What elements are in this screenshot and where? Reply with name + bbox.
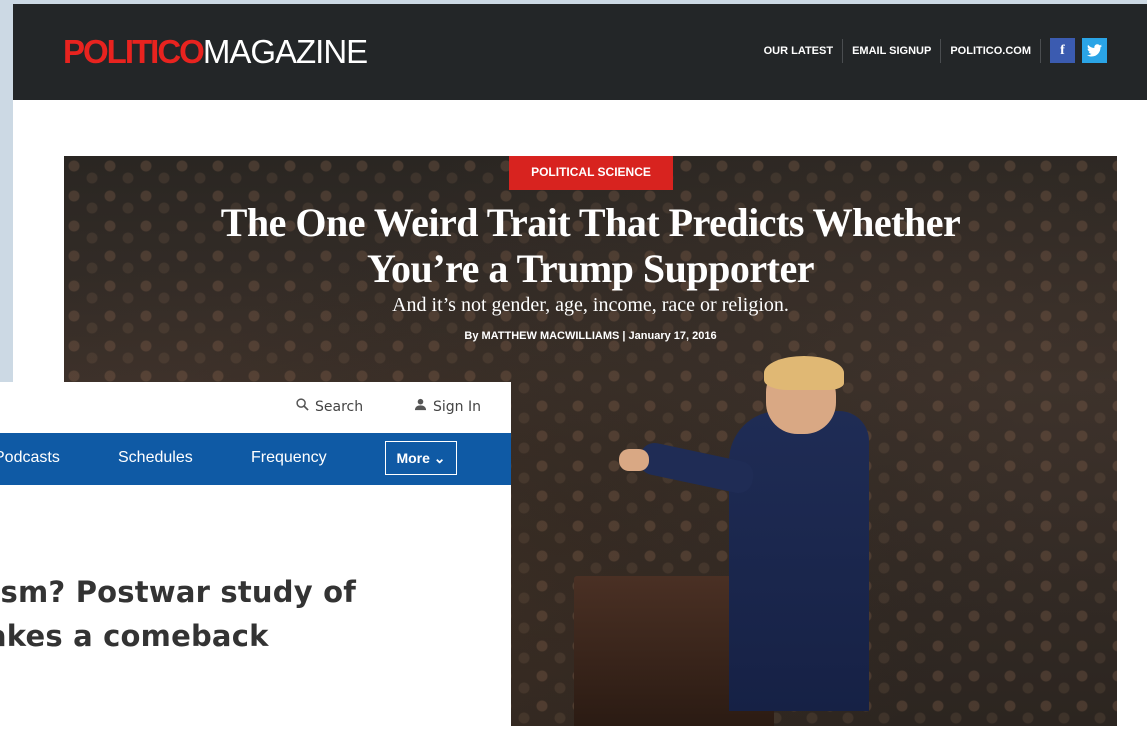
nav-politico-com[interactable]: POLITICO.COM <box>941 38 1041 63</box>
overlay-headline-line-2: akes a comeback <box>0 619 269 653</box>
sign-in-label: Sign In <box>433 398 481 415</box>
nav-frequency[interactable]: Frequency <box>251 449 327 467</box>
overlay-nav-bar: Podcasts Schedules Frequency More ⌄ <box>0 433 511 485</box>
headline-line-1: The One Weird Trait That Predicts Whethe… <box>220 200 961 245</box>
search-icon <box>296 398 309 415</box>
nav-schedules[interactable]: Schedules <box>118 449 193 467</box>
overlay-news-window: Search Sign In Podcasts Schedules Freque… <box>0 382 511 756</box>
article-headline[interactable]: The One Weird Trait That Predicts Whethe… <box>64 200 1117 292</box>
logo-magazine-text: MAGAZINE <box>202 33 368 70</box>
more-menu-button[interactable]: More ⌄ <box>385 441 457 475</box>
politico-magazine-logo[interactable]: POLITICOMAGAZINE <box>63 32 368 72</box>
overlay-top-bar: Search Sign In <box>0 382 511 432</box>
logo-politico-text: POLITICO <box>63 33 205 70</box>
headline-line-2: You’re a Trump Supporter <box>367 246 814 291</box>
nav-podcasts[interactable]: Podcasts <box>0 449 60 467</box>
speaker-hand-shape <box>619 449 649 471</box>
section-tag[interactable]: POLITICAL SCIENCE <box>509 156 673 190</box>
speaker-hair-shape <box>764 356 844 390</box>
search-label: Search <box>315 398 364 415</box>
politico-header: POLITICOMAGAZINE OUR LATEST EMAIL SIGNUP… <box>13 4 1147 100</box>
article-byline: By MATTHEW MACWILLIAMS | January 17, 201… <box>464 330 717 342</box>
user-icon <box>414 398 427 415</box>
twitter-icon[interactable] <box>1082 38 1107 63</box>
search-link[interactable]: Search <box>296 398 363 415</box>
nav-our-latest[interactable]: OUR LATEST <box>755 38 844 63</box>
politico-top-nav: OUR LATEST EMAIL SIGNUP POLITICO.COM f <box>755 38 1107 63</box>
overlay-article-headline[interactable]: cism? Postwar study of akes a comeback <box>0 570 511 658</box>
overlay-headline-line-1: cism? Postwar study of <box>0 575 357 609</box>
facebook-icon[interactable]: f <box>1050 38 1075 63</box>
nav-email-signup[interactable]: EMAIL SIGNUP <box>843 38 942 63</box>
article-dek: And it’s not gender, age, income, race o… <box>392 294 789 316</box>
sign-in-link[interactable]: Sign In <box>414 398 481 415</box>
speaker-body-shape <box>729 411 869 711</box>
